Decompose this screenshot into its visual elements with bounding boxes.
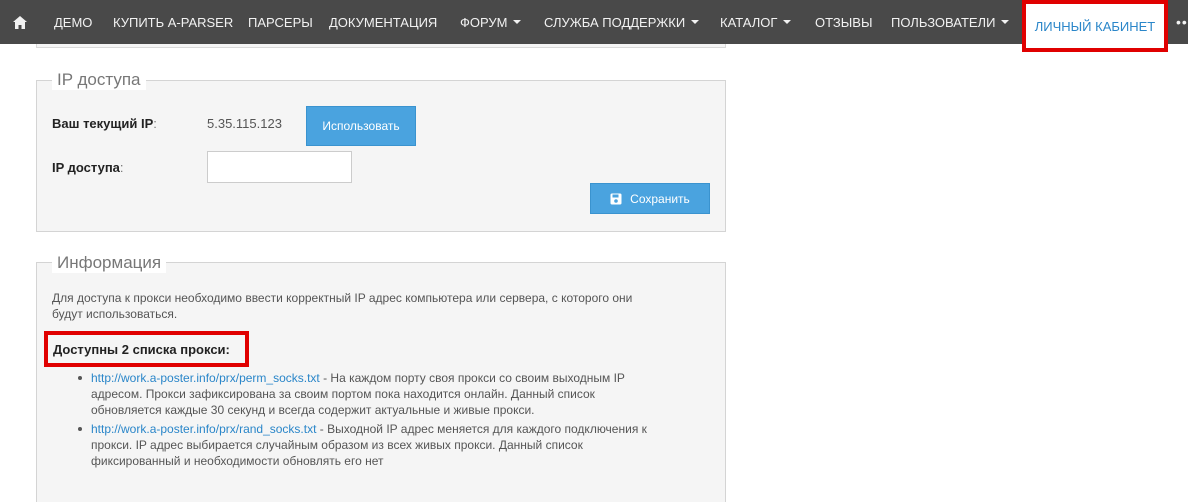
nav-support[interactable]: СЛУЖБА ПОДДЕРЖКИ — [544, 0, 700, 44]
nav-reviews[interactable]: ОТЗЫВЫ — [815, 0, 872, 44]
rand-socks-desc1: - Выходной IP адрес меняется для каждого… — [316, 422, 647, 436]
nav-buy-label: КУПИТЬ A-PARSER — [113, 14, 234, 30]
access-ip-input[interactable] — [207, 151, 352, 183]
current-ip-label: Ваш текущий IP: — [52, 116, 157, 131]
proxy-list-item: http://work.a-poster.info/prx/rand_socks… — [91, 421, 721, 469]
use-ip-button[interactable]: Использовать — [306, 106, 416, 146]
rand-socks-desc3: фиксированный и необходимости обновлять … — [91, 454, 384, 468]
previous-panel-edge — [36, 44, 726, 48]
bullet-icon — [78, 376, 82, 380]
ip-panel-legend: IP доступа — [52, 70, 146, 90]
perm-socks-link[interactable]: http://work.a-poster.info/prx/perm_socks… — [91, 371, 320, 385]
bullet-icon — [78, 427, 82, 431]
chevron-down-icon — [691, 20, 700, 24]
access-ip-label: IP доступа: — [52, 160, 124, 175]
home-icon[interactable] — [13, 0, 27, 44]
chevron-down-icon — [1001, 20, 1010, 24]
nav-personal-cabinet[interactable]: ЛИЧНЫЙ КАБИНЕТ — [1022, 0, 1168, 52]
perm-socks-desc3: обновляется каждые 30 секунд и всегда со… — [91, 403, 535, 417]
nav-buy[interactable]: КУПИТЬ A-PARSER — [113, 0, 233, 44]
perm-socks-desc2: адресом. Прокси зафиксирована за своим п… — [91, 387, 595, 401]
save-button-label: Сохранить — [630, 191, 690, 206]
current-ip-label-text: Ваш текущий IP — [52, 116, 154, 131]
nav-docs-label: ДОКУМЕНТАЦИЯ — [329, 14, 438, 30]
nav-docs[interactable]: ДОКУМЕНТАЦИЯ — [329, 0, 437, 44]
save-button[interactable]: Сохранить — [590, 183, 710, 214]
perm-socks-desc1: - На каждом порту своя прокси со своим в… — [319, 371, 625, 385]
nav-demo[interactable]: ДЕМО — [54, 0, 92, 44]
chevron-down-icon — [783, 20, 792, 24]
nav-users[interactable]: ПОЛЬЗОВАТЕЛИ — [891, 0, 1010, 44]
info-panel-legend: Информация — [52, 253, 167, 273]
floppy-disk-icon — [610, 193, 622, 204]
proxy-lists-heading: Доступны 2 списка прокси: — [44, 331, 249, 367]
nav-catalog-label: КАТАЛОГ — [720, 14, 778, 30]
nav-parsers[interactable]: ПАРСЕРЫ — [248, 0, 313, 44]
info-intro-line1: Для доступа к прокси необходимо ввести к… — [52, 291, 633, 305]
current-ip-value: 5.35.115.123 — [207, 116, 282, 131]
nav-support-label: СЛУЖБА ПОДДЕРЖКИ — [544, 14, 686, 30]
rand-socks-link[interactable]: http://work.a-poster.info/prx/rand_socks… — [91, 422, 316, 436]
more-label: ••• — [1176, 14, 1188, 30]
info-intro-line2: будут использоваться. — [52, 307, 178, 321]
top-navbar: ДЕМО КУПИТЬ A-PARSER ПАРСЕРЫ ДОКУМЕНТАЦИ… — [0, 0, 1188, 44]
nav-parsers-label: ПАРСЕРЫ — [248, 14, 313, 30]
nav-catalog[interactable]: КАТАЛОГ — [720, 0, 792, 44]
nav-demo-label: ДЕМО — [54, 14, 93, 30]
access-ip-label-text: IP доступа — [52, 160, 120, 175]
info-intro: Для доступа к прокси необходимо ввести к… — [52, 290, 712, 322]
chevron-down-icon — [513, 20, 522, 24]
proxy-list-item: http://work.a-poster.info/prx/perm_socks… — [91, 370, 721, 418]
nav-reviews-label: ОТЗЫВЫ — [815, 14, 873, 30]
nav-users-label: ПОЛЬЗОВАТЕЛИ — [891, 14, 996, 30]
nav-forum-label: ФОРУМ — [460, 14, 508, 30]
more-icon[interactable]: ••• — [1176, 0, 1188, 44]
rand-socks-desc2: прокси. IP адрес выбирается случайным об… — [91, 438, 583, 452]
nav-forum[interactable]: ФОРУМ — [460, 0, 522, 44]
nav-personal-cabinet-label: ЛИЧНЫЙ КАБИНЕТ — [1034, 18, 1156, 34]
proxy-lists-heading-text: Доступны 2 списка прокси: — [53, 341, 230, 357]
